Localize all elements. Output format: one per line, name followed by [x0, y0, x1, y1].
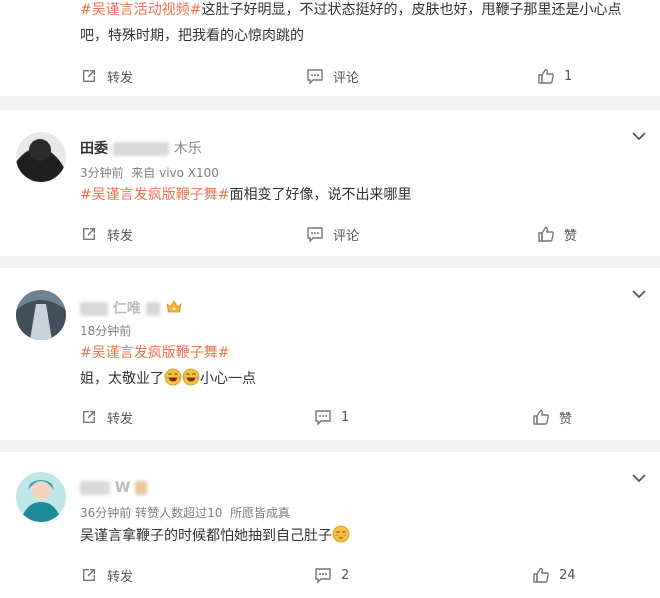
comment-card-3: W 36分钟前 转赞人数超过10 所愿皆成真 吴谨言拿鞭子的时候都怕她抽到自己肚… — [0, 452, 660, 598]
comment-button[interactable]: 2 — [314, 563, 349, 587]
blurred-badge — [135, 481, 148, 495]
comment-meta: 36分钟前 转赞人数超过10 所愿皆成真 — [80, 506, 291, 520]
action-bar: 转发 2 24 — [0, 563, 660, 587]
thumbs-up-icon — [532, 566, 550, 584]
comment-card-0: #吴谨言活动视频#这肚子好明显，不过状态挺好的，皮肤也好，甩鞭子那里还是小心点 … — [0, 0, 660, 96]
comment-meta: 18分钟前 — [80, 324, 132, 338]
repost-icon — [80, 67, 98, 85]
thumbs-up-icon — [537, 225, 555, 243]
laugh-cry-emoji — [182, 368, 200, 386]
avatar[interactable] — [16, 132, 66, 182]
comment-meta: 3分钟前 来自 vivo X100 — [80, 166, 219, 180]
like-button[interactable]: 赞 — [532, 405, 572, 429]
blurred-name-tail — [145, 302, 160, 316]
username[interactable]: 仁唯 — [80, 298, 183, 318]
action-bar: 转发 评论 1 — [0, 64, 660, 88]
avatar-image — [16, 132, 66, 182]
action-bar: 转发 评论 赞 — [0, 222, 660, 246]
hashtag-link[interactable]: #吴谨言发疯版鞭子舞# — [80, 345, 229, 361]
comment-icon — [314, 408, 332, 426]
laugh-cry-emoji — [164, 368, 182, 386]
comment-icon — [306, 225, 324, 243]
like-button[interactable]: 1 — [537, 64, 572, 88]
chevron-down-icon[interactable] — [632, 131, 646, 141]
username[interactable]: W — [80, 480, 148, 496]
comment-card-2: 仁唯 18分钟前 #吴谨言发疯版鞭子舞# 姐，太敬业了 小心一点 转发 1 赞 — [0, 268, 660, 440]
thumbs-up-icon — [537, 67, 555, 85]
repost-button[interactable]: 转发 — [80, 563, 133, 587]
comment-button[interactable]: 1 — [314, 405, 349, 429]
blurred-name — [80, 302, 108, 316]
comment-icon — [306, 67, 324, 85]
blurred-name — [80, 481, 110, 495]
avatar-image — [16, 472, 66, 522]
avatar-image — [16, 290, 66, 340]
like-button[interactable]: 赞 — [537, 222, 577, 246]
hashtag-link[interactable]: #吴谨言活动视频# — [80, 2, 201, 18]
repost-button[interactable]: 转发 — [80, 64, 133, 88]
comment-button[interactable]: 评论 — [306, 64, 359, 88]
hashtag-link[interactable]: #吴谨言发疯版鞭子舞# — [80, 187, 229, 203]
crown-badge-icon — [165, 299, 183, 315]
username[interactable]: 田委 木乐 — [80, 138, 202, 158]
comment-text: 姐，太敬业了 小心一点 — [80, 367, 640, 391]
repost-button[interactable]: 转发 — [80, 222, 133, 246]
chevron-down-icon[interactable] — [632, 473, 646, 483]
chevron-down-icon[interactable] — [632, 289, 646, 299]
repost-icon — [80, 225, 98, 243]
comment-hashtag: #吴谨言发疯版鞭子舞# — [80, 341, 640, 365]
blurred-name — [112, 142, 169, 156]
like-button[interactable]: 24 — [532, 563, 576, 587]
repost-icon — [80, 408, 98, 426]
avatar[interactable] — [16, 290, 66, 340]
comment-text: #吴谨言发疯版鞭子舞#面相变了好像，说不出来哪里 — [80, 187, 412, 203]
comment-card-1: 田委 木乐 3分钟前 来自 vivo X100 #吴谨言发疯版鞭子舞#面相变了好… — [0, 110, 660, 256]
comment-text-line2: 吧，特殊时期，把我看的心惊肉跳的 — [80, 28, 304, 44]
comment-button[interactable]: 评论 — [306, 222, 359, 246]
repost-icon — [80, 566, 98, 584]
repost-button[interactable]: 转发 — [80, 405, 133, 429]
action-bar: 转发 1 赞 — [0, 405, 660, 429]
comment-icon — [314, 566, 332, 584]
thumbs-up-icon — [532, 408, 550, 426]
shy-emoji — [332, 525, 350, 543]
avatar[interactable] — [16, 472, 66, 522]
comment-text: #吴谨言活动视频#这肚子好明显，不过状态挺好的，皮肤也好，甩鞭子那里还是小心点 — [80, 2, 622, 18]
comment-text: 吴谨言拿鞭子的时候都怕她抽到自己肚子 — [80, 524, 640, 548]
